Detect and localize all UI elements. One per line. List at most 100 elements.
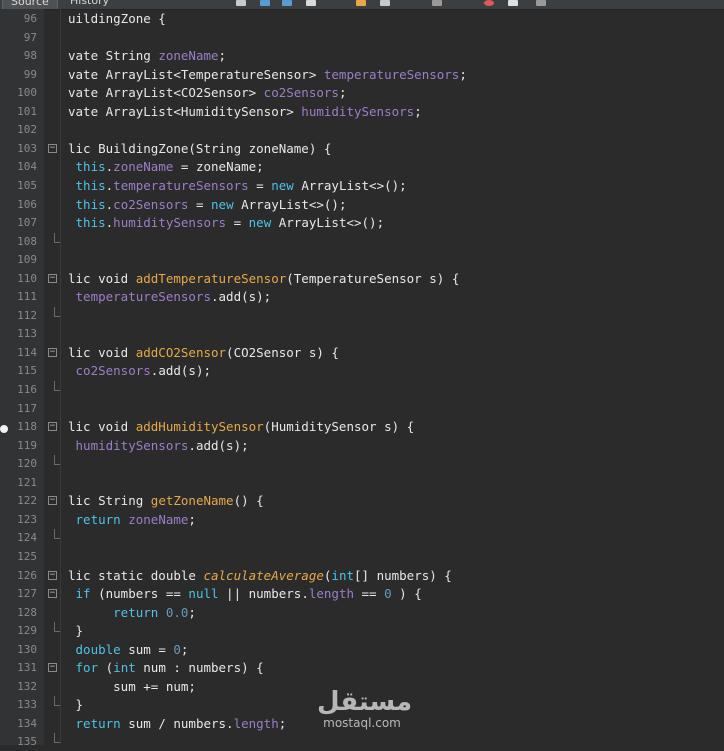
breakpoint-icon[interactable] bbox=[356, 0, 366, 6]
code-line[interactable]: 100 vate ArrayList<CO2Sensor> co2Sensors; bbox=[0, 84, 724, 102]
code-line[interactable]: 114 − lic void addCO2Sensor(CO2Sensor s) { bbox=[0, 344, 724, 362]
code-line[interactable]: 107 this.humiditySensors = new ArrayList… bbox=[0, 214, 724, 232]
fold-toggle-icon[interactable]: − bbox=[48, 589, 57, 599]
code-token: ; bbox=[278, 715, 287, 731]
code-token: this bbox=[68, 177, 106, 193]
forward-icon[interactable] bbox=[282, 0, 292, 6]
code-line[interactable]: 109 bbox=[0, 251, 724, 269]
code-text: } bbox=[68, 622, 84, 640]
search-icon[interactable] bbox=[236, 0, 246, 6]
line-number: 100 bbox=[17, 86, 37, 100]
code-line[interactable]: 131 − for (int num : numbers) { bbox=[0, 659, 724, 677]
code-text: sum += num; bbox=[68, 678, 196, 696]
code-text: this.co2Sensors = new ArrayList<>(); bbox=[68, 196, 347, 214]
back-icon[interactable] bbox=[260, 0, 270, 6]
code-line[interactable]: 101 vate ArrayList<HumiditySensor> humidi… bbox=[0, 103, 724, 121]
code-token: .add(s); bbox=[188, 437, 249, 453]
align-icon[interactable] bbox=[536, 0, 546, 6]
code-line[interactable]: 128 return 0.0; bbox=[0, 604, 724, 622]
code-line[interactable]: 126 − lic static double calculateAverage(i… bbox=[0, 567, 724, 585]
code-token: co2Sensors bbox=[68, 363, 151, 379]
code-line[interactable]: 98 vate String zoneName; bbox=[0, 47, 724, 65]
line-number: 127 bbox=[17, 587, 37, 601]
code-line[interactable]: 117 bbox=[0, 400, 724, 418]
code-line[interactable]: 118 − lic void addHumiditySensor(HumidityS… bbox=[0, 418, 724, 436]
line-number: 131 bbox=[17, 661, 37, 675]
code-line[interactable]: 97 bbox=[0, 29, 724, 47]
line-number: 98 bbox=[23, 49, 37, 63]
code-line[interactable]: 96 uildingZone { bbox=[0, 10, 724, 28]
code-line[interactable]: 99 vate ArrayList<TemperatureSensor> temp… bbox=[0, 66, 724, 84]
line-number: 134 bbox=[17, 716, 37, 730]
code-line[interactable]: 116 bbox=[0, 381, 724, 399]
code-text: vate ArrayList<TemperatureSensor> temper… bbox=[68, 66, 467, 84]
line-number: 96 bbox=[23, 12, 37, 25]
warning-icon[interactable] bbox=[380, 0, 390, 6]
record-icon[interactable] bbox=[484, 0, 494, 6]
code-line[interactable]: 127 − if (numbers == null || numbers.leng… bbox=[0, 585, 724, 603]
code-line[interactable]: 130 double sum = 0; bbox=[0, 641, 724, 659]
code-text: if (numbers == null || numbers.length ==… bbox=[68, 585, 422, 603]
code-token: == bbox=[354, 586, 385, 602]
code-line[interactable]: 112 bbox=[0, 306, 724, 325]
watermark-latin: mostaql.com bbox=[323, 716, 401, 730]
watermark-logo: مستقل mostaql.com bbox=[317, 688, 412, 730]
code-text: lic String getZoneName() { bbox=[68, 492, 264, 510]
code-token: vate ArrayList<CO2Sensor> bbox=[68, 85, 264, 101]
code-line[interactable]: 111 temperatureSensors.add(s); bbox=[0, 288, 724, 306]
code-text: this.humiditySensors = new ArrayList<>()… bbox=[68, 214, 385, 232]
code-token: new bbox=[271, 177, 294, 193]
code-line[interactable]: 115 co2Sensors.add(s); bbox=[0, 362, 724, 380]
code-line[interactable]: 123 return zoneName; bbox=[0, 511, 724, 529]
code-line[interactable]: 113 bbox=[0, 325, 724, 343]
fold-toggle-icon[interactable]: − bbox=[48, 496, 57, 506]
fold-toggle-icon[interactable]: − bbox=[48, 422, 57, 432]
code-token: ; bbox=[338, 85, 347, 101]
line-number: 105 bbox=[17, 178, 37, 192]
line-number: 116 bbox=[17, 383, 37, 396]
code-token: ; bbox=[414, 103, 422, 119]
line-number: 97 bbox=[23, 30, 37, 44]
code-token: sum / numbers. bbox=[120, 715, 234, 731]
file-icon[interactable] bbox=[306, 0, 316, 6]
code-line[interactable]: 104 this.zoneName = zoneName; bbox=[0, 158, 724, 176]
code-line[interactable]: 102 bbox=[0, 121, 724, 139]
comment-icon[interactable] bbox=[432, 0, 442, 6]
tab-history[interactable]: History bbox=[62, 0, 117, 8]
stop-icon[interactable] bbox=[508, 0, 518, 6]
code-token: 0 bbox=[384, 586, 392, 602]
line-number: 101 bbox=[17, 104, 37, 118]
line-number: 122 bbox=[17, 494, 37, 508]
code-token: return bbox=[68, 715, 121, 731]
code-line[interactable]: 125 bbox=[0, 548, 724, 566]
code-line[interactable]: 119 humiditySensors.add(s); bbox=[0, 437, 724, 455]
fold-toggle-icon[interactable]: − bbox=[48, 663, 57, 673]
code-token: vate ArrayList<TemperatureSensor> bbox=[68, 66, 324, 82]
code-line[interactable]: 108 bbox=[0, 232, 724, 251]
code-token: this bbox=[68, 196, 106, 212]
code-line[interactable]: 124 bbox=[0, 529, 724, 547]
line-number: 126 bbox=[17, 568, 37, 582]
fold-toggle-icon[interactable]: − bbox=[48, 273, 57, 283]
code-token: vate String bbox=[68, 48, 159, 64]
fold-toggle-icon[interactable]: − bbox=[48, 347, 57, 357]
code-line[interactable]: 129 } bbox=[0, 622, 724, 640]
code-line[interactable]: 135 bbox=[0, 733, 724, 751]
fold-toggle-icon[interactable]: − bbox=[48, 570, 57, 580]
code-line[interactable]: 122 − lic String getZoneName() { bbox=[0, 492, 724, 510]
code-line[interactable]: 105 this.temperatureSensors = new ArrayL… bbox=[0, 177, 724, 195]
line-number: 119 bbox=[17, 438, 37, 452]
code-token: = zoneName; bbox=[173, 159, 264, 175]
code-line[interactable]: 120 bbox=[0, 455, 724, 473]
code-token: = bbox=[226, 215, 249, 231]
code-token: this bbox=[68, 159, 106, 175]
code-token: null bbox=[188, 586, 219, 602]
code-line[interactable]: 106 this.co2Sensors = new ArrayList<>(); bbox=[0, 196, 724, 214]
fold-toggle-icon[interactable]: − bbox=[48, 143, 57, 153]
code-line[interactable]: 103 − lic BuildingZone(String zoneName) { bbox=[0, 140, 724, 158]
code-line[interactable]: 121 bbox=[0, 474, 724, 492]
code-line[interactable]: 110 − lic void addTemperatureSensor(Temper… bbox=[0, 270, 724, 288]
line-number: 111 bbox=[17, 290, 37, 304]
code-token: length bbox=[308, 586, 354, 602]
code-editor[interactable]: 96 uildingZone {97 98 vate String zoneName;… bbox=[0, 9, 724, 748]
